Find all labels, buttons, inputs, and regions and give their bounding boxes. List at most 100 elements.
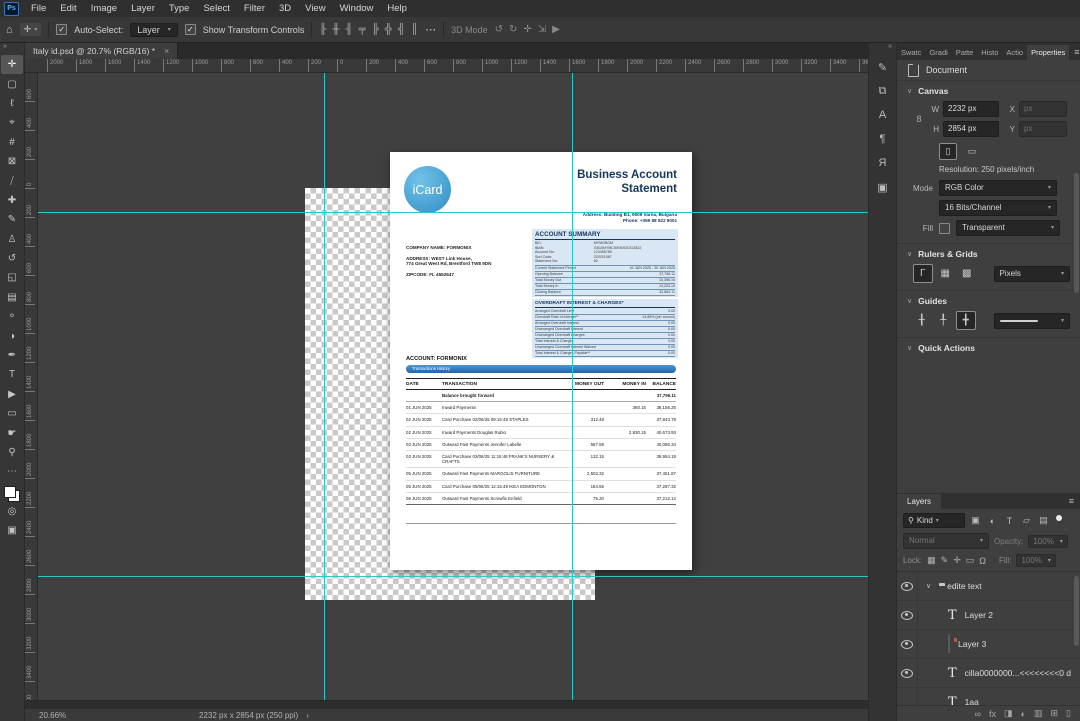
3d-drag-icon[interactable]: ✛	[523, 24, 531, 35]
fill-checkbox[interactable]	[939, 222, 950, 234]
layer-filter-toggle[interactable]	[1056, 514, 1062, 521]
chevron-down-icon[interactable]: ∨	[907, 344, 912, 352]
lock-transparency-icon[interactable]: ▦	[927, 555, 936, 566]
quick-mask-button[interactable]: ◎	[1, 502, 23, 521]
crop-tool[interactable]: #	[1, 133, 23, 152]
paragraph-panel-icon[interactable]: ¶	[871, 127, 895, 151]
zoom-tool[interactable]: ⚲	[1, 443, 23, 462]
chevron-down-icon[interactable]: ∨	[907, 250, 912, 258]
shape-tool[interactable]: ▭	[1, 404, 23, 423]
properties-scrollbar[interactable]	[1074, 173, 1079, 293]
3d-camera-icon[interactable]: ▶	[552, 24, 560, 35]
chevron-down-icon[interactable]: ∨	[907, 87, 912, 95]
pixel-grid-icon[interactable]: ▩	[958, 265, 976, 282]
layer-name[interactable]: Layer 3	[958, 639, 986, 649]
lasso-tool[interactable]: ℓ	[1, 94, 23, 113]
more-options-icon[interactable]: ⋯	[425, 23, 436, 36]
canvas[interactable]: iCard Business Account Statement Address…	[38, 73, 868, 700]
object-selection-tool[interactable]: ⌖	[1, 113, 23, 132]
eraser-tool[interactable]: ◱	[1, 268, 23, 287]
vertical-guide[interactable]	[572, 73, 573, 700]
horizontal-ruler[interactable]: 2000 1800 1600 1400 1200 1000 800 600 40…	[25, 59, 868, 73]
layer-name[interactable]: edite text	[947, 581, 982, 591]
marquee-tool[interactable]: ▢	[1, 74, 23, 93]
horizontal-guide[interactable]	[38, 576, 868, 577]
gradient-tool[interactable]: ▤	[1, 288, 23, 307]
delete-layer-icon[interactable]: ▯	[1066, 708, 1071, 719]
lock-guides-icon[interactable]: ╀	[935, 312, 953, 329]
move-tool[interactable]: ✛	[1, 55, 23, 75]
new-guide-layout-icon[interactable]: ╂	[913, 312, 931, 329]
width-field[interactable]: 2232 px	[943, 101, 999, 117]
visibility-cell[interactable]	[897, 659, 918, 687]
filter-pixel-layers-icon[interactable]: ▣	[969, 515, 982, 526]
history-brush-tool[interactable]: ↺	[1, 249, 23, 268]
layer-name[interactable]: 1aa	[965, 697, 979, 705]
tab-gradients[interactable]: Gradi	[925, 45, 951, 60]
eyedropper-tool[interactable]: ⧸	[1, 171, 23, 190]
bit-depth-dropdown[interactable]: 16 Bits/Channel ▾	[939, 200, 1057, 216]
horizontal-scrollbar[interactable]	[25, 700, 868, 709]
layer-name[interactable]: Layer 2	[965, 610, 993, 620]
color-mode-dropdown[interactable]: RGB Color ▾	[939, 180, 1057, 196]
menu-item[interactable]: Edit	[53, 3, 83, 14]
show-transform-checkbox[interactable]: ✓	[184, 24, 196, 35]
distribute-left-icon[interactable]: ╠	[372, 24, 379, 35]
layers-menu-icon[interactable]: ≡	[1063, 493, 1080, 509]
brush-tool[interactable]: ✎	[1, 210, 23, 229]
lock-position-icon[interactable]: ✛	[953, 555, 961, 566]
filter-smart-objects-icon[interactable]: ▤	[1037, 515, 1050, 526]
visibility-cell[interactable]	[897, 572, 918, 600]
fill-dropdown[interactable]: Transparent ▾	[956, 220, 1060, 236]
home-icon[interactable]: ⌂	[6, 24, 13, 36]
statement-page[interactable]: iCard Business Account Statement Address…	[390, 152, 692, 570]
collapse-toolbar-icon[interactable]: »	[0, 43, 7, 55]
menu-item[interactable]: Select	[196, 3, 236, 14]
tab-layers[interactable]: Layers	[897, 494, 942, 509]
libraries-panel-icon[interactable]: ▣	[871, 175, 895, 199]
more-tools[interactable]: ⋯	[1, 462, 23, 481]
align-left-edges-icon[interactable]: ╟	[319, 24, 326, 35]
zoom-level[interactable]: 20.66%	[39, 711, 81, 720]
tab-swatches[interactable]: Swatc	[897, 45, 925, 60]
vertical-ruler[interactable]: 600 400 200 0 200 400 600 800 1000 1200 …	[25, 73, 38, 700]
menu-item[interactable]: Help	[380, 3, 414, 14]
tab-properties[interactable]: Properties	[1027, 45, 1070, 60]
3d-roll-icon[interactable]: ↻	[509, 24, 517, 35]
group-expand-icon[interactable]: ∨	[926, 582, 931, 590]
pen-tool[interactable]: ✒	[1, 346, 23, 365]
layers-scrollbar[interactable]	[1074, 576, 1079, 646]
layer-effects-icon[interactable]: fx	[989, 709, 996, 719]
clear-guides-icon[interactable]: ╋	[956, 311, 976, 330]
menu-item[interactable]: 3D	[272, 3, 298, 14]
visibility-cell[interactable]	[897, 630, 918, 658]
add-layer-mask-icon[interactable]: ◨	[1004, 708, 1013, 719]
frame-tool[interactable]: ⊠	[1, 152, 23, 171]
distribute-right-icon[interactable]: ╣	[398, 24, 405, 35]
type-tool[interactable]: T	[1, 365, 23, 384]
ruler-units-dropdown[interactable]: Pixels ▾	[993, 265, 1070, 282]
tab-history[interactable]: Histo	[977, 45, 1002, 60]
visibility-cell[interactable]	[897, 688, 918, 705]
align-horizontal-centers-icon[interactable]: ╫	[332, 24, 339, 35]
3d-orbit-icon[interactable]: ↺	[495, 24, 503, 35]
new-layer-icon[interactable]: ⊞	[1051, 708, 1059, 719]
layer-name[interactable]: cilla0000000...<<<<<<<<0 d	[965, 668, 1071, 678]
path-selection-tool[interactable]: ▶	[1, 385, 23, 404]
menu-item[interactable]: View	[298, 3, 332, 14]
auto-select-target-dropdown[interactable]: Layer ▾	[130, 22, 178, 37]
layer-row[interactable]: Layer 3	[897, 630, 1080, 659]
filter-shape-layers-icon[interactable]: ▱	[1020, 515, 1033, 526]
distribute-centers-icon[interactable]: ╬	[385, 24, 392, 35]
landscape-orientation-button[interactable]: ▭	[963, 143, 981, 160]
menu-item[interactable]: Filter	[237, 3, 272, 14]
filter-adjustment-layers-icon[interactable]: ◐	[986, 516, 999, 526]
brush-settings-icon[interactable]: ✎	[871, 55, 895, 79]
lock-pixels-icon[interactable]: ✎	[941, 555, 949, 566]
lock-artboard-icon[interactable]: ▭	[966, 555, 975, 566]
brush-presets-icon[interactable]: ⧉	[871, 79, 895, 103]
visibility-cell[interactable]	[897, 601, 918, 629]
filter-type-layers-icon[interactable]: T	[1003, 516, 1016, 526]
character-panel-icon[interactable]: A	[871, 103, 895, 127]
dodge-tool[interactable]: ◑	[1, 326, 23, 345]
